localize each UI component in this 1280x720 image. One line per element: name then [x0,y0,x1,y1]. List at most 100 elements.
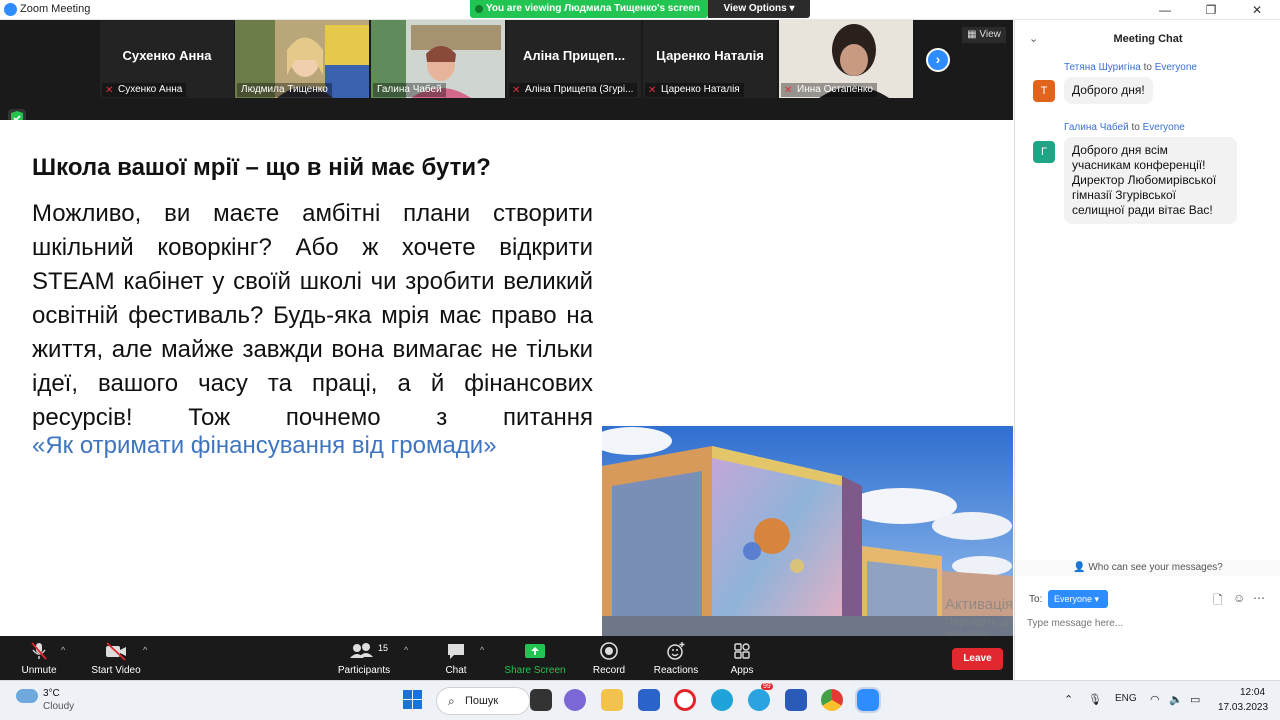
participants-icon: 15 [334,641,394,661]
share-screen-button[interactable]: Share Screen [502,636,568,680]
participant-label: Галина Чабей [373,83,446,97]
participant-label-text: Царенко Наталія [661,84,740,95]
participant-tile[interactable]: Аліна Прищеп... ✕ Аліна Прищепа (Згурі... [507,20,641,98]
next-page-icon[interactable]: › [926,48,950,72]
participant-tile-active-speaker[interactable]: Людмила Тищенко [235,20,369,98]
zoom-logo-icon [4,3,17,16]
muted-mic-icon: ✕ [105,85,114,96]
view-options-button[interactable]: View Options ▾ [708,0,810,18]
participant-label: ✕ Аліна Прищепа (Згурі... [509,83,638,97]
participant-label-text: Сухенко Анна [118,84,183,95]
teams-chat-icon[interactable] [564,689,586,711]
recipient-select[interactable]: Everyone ▾ [1048,590,1108,608]
slide-body: Можливо, ви маєте амбітні плани створити… [32,200,593,431]
wifi-icon[interactable]: ◠ [1150,693,1160,706]
clock-time[interactable]: 12:04 [1240,687,1265,698]
taskbar-search[interactable]: ⌕ Пошук [436,687,530,715]
who-can-see-link[interactable]: 👤 Who can see your messages? [1015,560,1280,576]
participant-label: Людмила Тищенко [237,83,332,97]
windows-taskbar: 3°C Cloudy ⌕ Пошук 99 ⌃ 🎙 ENG ◠ 🔈 ▭ 12:0… [0,680,1280,720]
battery-icon[interactable]: ▭ [1190,693,1200,706]
audio-options-chevron-icon[interactable]: ^ [61,645,65,655]
windows-start-icon[interactable] [403,690,423,710]
word-icon[interactable] [785,689,807,711]
participant-tile[interactable]: ✕ Инна Остапенко [779,20,913,98]
message-recipient: Everyone [1154,62,1197,73]
chrome-icon[interactable] [821,689,843,711]
view-label: View [979,29,1001,40]
telegram-icon[interactable]: 99 [748,683,773,711]
participants-button[interactable]: 15 Participants [334,636,394,680]
start-video-button[interactable]: Start Video [88,636,144,680]
participant-label-text: Аліна Прищепа (Згурі... [525,84,634,95]
unmute-label: Unmute [21,665,57,676]
file-explorer-icon[interactable] [601,689,623,711]
participant-name: Сухенко Анна [122,48,212,63]
cloud-icon[interactable] [16,689,38,703]
participants-options-chevron-icon[interactable]: ^ [404,645,408,655]
muted-mic-icon: ✕ [784,85,793,96]
chat-title: Meeting Chat [1113,33,1183,45]
record-label: Record [592,665,626,676]
reactions-smiley-icon [650,641,702,661]
weather-condition[interactable]: Cloudy [43,701,74,712]
leave-button[interactable]: Leave [952,648,1003,670]
search-icon: ⌕ [448,694,455,708]
edge-browser-icon[interactable] [711,689,733,711]
avatar: Т [1033,80,1055,102]
chevron-down-icon: ▾ [1094,594,1100,604]
participant-label-text: Людмила Тищенко [241,84,328,95]
person-lock-icon: 👤 [1073,562,1086,573]
muted-mic-icon [14,641,64,661]
to-label: To: [1029,594,1043,605]
close-button[interactable]: ✕ [1234,0,1280,20]
chevron-up-icon[interactable]: ⌃ [1064,693,1073,706]
opera-browser-icon[interactable] [674,689,696,711]
zoom-app-icon[interactable] [855,687,881,713]
reactions-label: Reactions [653,665,699,676]
muted-mic-icon: ✕ [512,85,521,96]
viewing-screen-banner: You are viewing Людмила Тищенко's screen [470,0,708,18]
task-view-icon[interactable] [530,689,552,711]
message-sender[interactable]: Тетяна Шуригіна [1064,62,1141,73]
participant-tile[interactable]: Сухенко Анна ✕ Сухенко Анна [100,20,234,98]
maximize-button[interactable]: ❐ [1188,0,1234,20]
apps-button[interactable]: Apps [724,636,760,680]
microsoft-store-icon[interactable] [638,689,660,711]
message-recipient: Everyone [1142,122,1185,133]
chat-bubble-icon [436,641,476,661]
weather-temperature[interactable]: 3°C [43,688,60,699]
emoji-icon[interactable]: ☺ [1233,591,1245,605]
unmute-button[interactable]: Unmute [14,636,64,680]
window-title: Zoom Meeting [20,3,91,15]
chat-message[interactable]: Доброго дня всім учасникам конференції! … [1064,137,1237,224]
chat-button[interactable]: Chat [436,636,476,680]
chat-message-input[interactable] [1027,614,1267,632]
clock-date[interactable]: 17.03.2023 [1218,702,1268,713]
file-icon[interactable]: 🗋 [1213,591,1223,612]
participant-tile[interactable]: Галина Чабей [371,20,505,98]
video-options-chevron-icon[interactable]: ^ [143,645,147,655]
message-to-word: to [1143,62,1152,73]
participant-label: ✕ Инна Остапенко [781,83,877,97]
avatar: Г [1033,141,1055,163]
speaker-muted-icon[interactable]: 🔈 [1169,693,1183,706]
chat-message[interactable]: Доброго дня! [1064,77,1153,104]
video-off-icon [88,641,144,661]
share-screen-label: Share Screen [504,665,566,676]
view-button[interactable]: ▦ View [962,27,1006,43]
shared-screen: Школа вашої мрії – що в ній має бути? Мо… [0,120,1013,636]
reactions-button[interactable]: Reactions [650,636,702,680]
chat-label: Chat [445,665,467,676]
minimize-button[interactable]: — [1142,0,1188,20]
start-video-label: Start Video [91,665,141,676]
video-strip: Сухенко Анна ✕ Сухенко Анна Людмила Тищен… [0,20,1013,120]
chat-options-chevron-icon[interactable]: ^ [480,645,484,655]
more-options-icon[interactable]: ⋯ [1253,591,1265,605]
participant-tile[interactable]: Царенко Наталія ✕ Царенко Наталія [643,20,777,98]
record-button[interactable]: Record [588,636,630,680]
language-indicator[interactable]: ENG [1115,693,1137,704]
participant-name: Аліна Прищеп... [522,48,626,63]
microphone-icon[interactable]: 🎙 [1088,693,1102,706]
message-sender[interactable]: Галина Чабей [1064,122,1129,133]
